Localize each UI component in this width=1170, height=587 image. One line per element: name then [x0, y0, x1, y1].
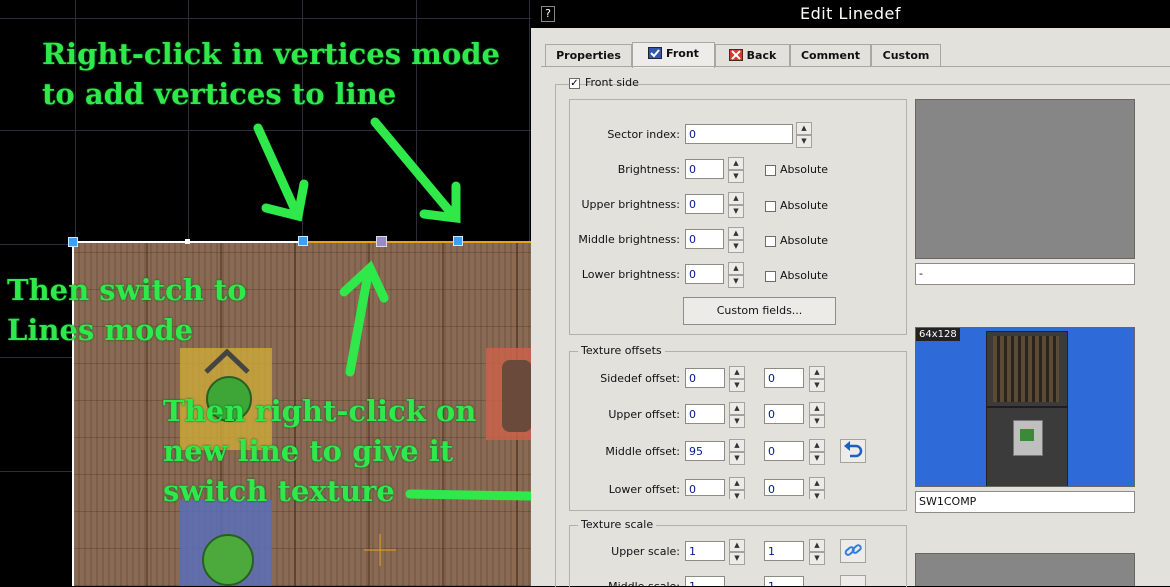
- sidedef-offset-x-field[interactable]: 0: [685, 368, 725, 388]
- brightness-label: Brightness:: [617, 163, 680, 176]
- upper-scale-label: Upper scale:: [611, 545, 680, 558]
- sector-index-stepper[interactable]: ▲ ▼: [796, 122, 812, 150]
- dialog-title: Edit Linedef: [799, 4, 902, 23]
- lower-offset-x-stepper[interactable]: ▲ ▼: [729, 477, 745, 499]
- sector-index-label: Sector index:: [607, 128, 680, 141]
- middle-offset-x-field[interactable]: 95: [685, 441, 725, 461]
- middle-scale-y-field[interactable]: 1: [764, 576, 804, 586]
- tab-front[interactable]: Front: [632, 42, 715, 68]
- upper-offset-x-stepper[interactable]: ▲ ▼: [729, 402, 745, 430]
- title-bar[interactable]: ? Edit Linedef: [531, 0, 1170, 28]
- front-side-label: Front side: [585, 76, 639, 89]
- tab-label: Front: [666, 47, 699, 60]
- middle-brightness-absolute-checkbox[interactable]: [765, 236, 776, 247]
- edit-linedef-dialog: ? Edit Linedef Properties Front Back Com…: [531, 0, 1170, 587]
- link-scale-button[interactable]: [840, 575, 866, 586]
- lower-offset-x-field[interactable]: 0: [685, 479, 725, 496]
- lower-texture-preview[interactable]: [915, 553, 1135, 586]
- upper-offset-x-field[interactable]: 0: [685, 404, 725, 424]
- middle-offset-y-field[interactable]: 0: [764, 441, 804, 461]
- middle-brightness-label: Middle brightness:: [578, 233, 680, 246]
- brightness-absolute-checkbox[interactable]: [765, 165, 776, 176]
- middle-offset-label: Middle offset:: [605, 445, 680, 458]
- tab-divider: [541, 66, 1170, 67]
- upper-brightness-stepper[interactable]: ▲ ▼: [728, 192, 744, 220]
- sidedef-offset-y-stepper[interactable]: ▲ ▼: [809, 366, 825, 394]
- middle-scale-label: Middle scale:: [571, 580, 680, 586]
- absolute-label: Absolute: [780, 269, 829, 282]
- tab-label: Properties: [556, 49, 621, 62]
- upper-brightness-absolute-checkbox[interactable]: [765, 201, 776, 212]
- tab-label: Back: [746, 49, 777, 62]
- sidedef-offset-y-field[interactable]: 0: [764, 368, 804, 388]
- upper-offset-y-stepper[interactable]: ▲ ▼: [809, 402, 825, 430]
- tab-label: Comment: [800, 49, 861, 62]
- tab-properties[interactable]: Properties: [545, 44, 632, 66]
- tab-custom[interactable]: Custom: [871, 44, 941, 66]
- front-side-checkbox[interactable]: ✓: [569, 78, 580, 89]
- middle-texture-preview[interactable]: 64x128: [915, 327, 1135, 487]
- lower-brightness-field[interactable]: 0: [685, 264, 724, 284]
- annotation-lines-mode: Then switch to Lines mode: [7, 273, 247, 347]
- tab-comment[interactable]: Comment: [790, 44, 871, 66]
- lower-brightness-absolute-checkbox[interactable]: [765, 271, 776, 282]
- checkmark-icon: [648, 47, 663, 59]
- tab-label: Custom: [882, 49, 930, 62]
- sector-index-field[interactable]: 0: [685, 124, 793, 144]
- upper-scale-y-field[interactable]: 1: [764, 541, 804, 561]
- sidedef-offset-label: Sidedef offset:: [600, 372, 680, 385]
- annotation-vertices-mode: Right-click in vertices mode to add vert…: [42, 37, 500, 111]
- upper-texture-name-field[interactable]: -: [915, 263, 1135, 285]
- absolute-label: Absolute: [780, 163, 829, 176]
- texture-size-label: 64x128: [916, 328, 960, 341]
- tab-back[interactable]: Back: [715, 44, 790, 66]
- chain-link-icon: [844, 544, 862, 556]
- upper-scale-x-field[interactable]: 1: [685, 541, 725, 561]
- cross-icon: [728, 49, 743, 61]
- brightness-stepper[interactable]: ▲ ▼: [728, 157, 744, 185]
- custom-fields-button[interactable]: Custom fields...: [683, 297, 836, 325]
- lower-brightness-stepper[interactable]: ▲ ▼: [728, 262, 744, 290]
- brightness-field[interactable]: 0: [685, 159, 724, 179]
- absolute-label: Absolute: [780, 199, 829, 212]
- reset-offset-button[interactable]: [840, 439, 866, 463]
- upper-scale-x-stepper[interactable]: ▲ ▼: [729, 539, 745, 567]
- texture-scale-title: Texture scale: [578, 518, 657, 531]
- upper-texture-preview[interactable]: [915, 99, 1135, 259]
- switch-texture-image: [986, 331, 1068, 486]
- sidedef-offset-x-stepper[interactable]: ▲ ▼: [729, 366, 745, 394]
- lower-brightness-label: Lower brightness:: [581, 268, 680, 281]
- switch-graphic: [1013, 420, 1043, 456]
- absolute-label: Absolute: [780, 234, 829, 247]
- middle-brightness-field[interactable]: 0: [685, 229, 724, 249]
- upper-scale-y-stepper[interactable]: ▲ ▼: [809, 539, 825, 567]
- upper-offset-label: Upper offset:: [608, 408, 680, 421]
- middle-scale-x-field[interactable]: 1: [685, 576, 725, 586]
- lower-offset-label: Lower offset:: [608, 483, 680, 496]
- middle-offset-x-stepper[interactable]: ▲ ▼: [729, 439, 745, 467]
- upper-offset-y-field[interactable]: 0: [764, 404, 804, 424]
- texture-offsets-title: Texture offsets: [578, 344, 665, 357]
- panel-divider: [987, 406, 1067, 408]
- lower-offset-y-stepper[interactable]: ▲ ▼: [809, 477, 825, 499]
- middle-texture-name-field[interactable]: SW1COMP: [915, 491, 1135, 513]
- lower-offset-y-field[interactable]: 0: [764, 479, 804, 496]
- upper-brightness-field[interactable]: 0: [685, 194, 724, 214]
- middle-brightness-stepper[interactable]: ▲ ▼: [728, 227, 744, 255]
- annotation-switch-texture: Then right-click on new line to give it …: [163, 394, 477, 508]
- computer-panel-graphic: [993, 336, 1059, 402]
- link-scale-button[interactable]: [840, 539, 866, 563]
- switch-screen: [1020, 429, 1034, 441]
- undo-icon: [844, 441, 863, 458]
- middle-offset-y-stepper[interactable]: ▲ ▼: [809, 439, 825, 467]
- upper-brightness-label: Upper brightness:: [581, 198, 680, 211]
